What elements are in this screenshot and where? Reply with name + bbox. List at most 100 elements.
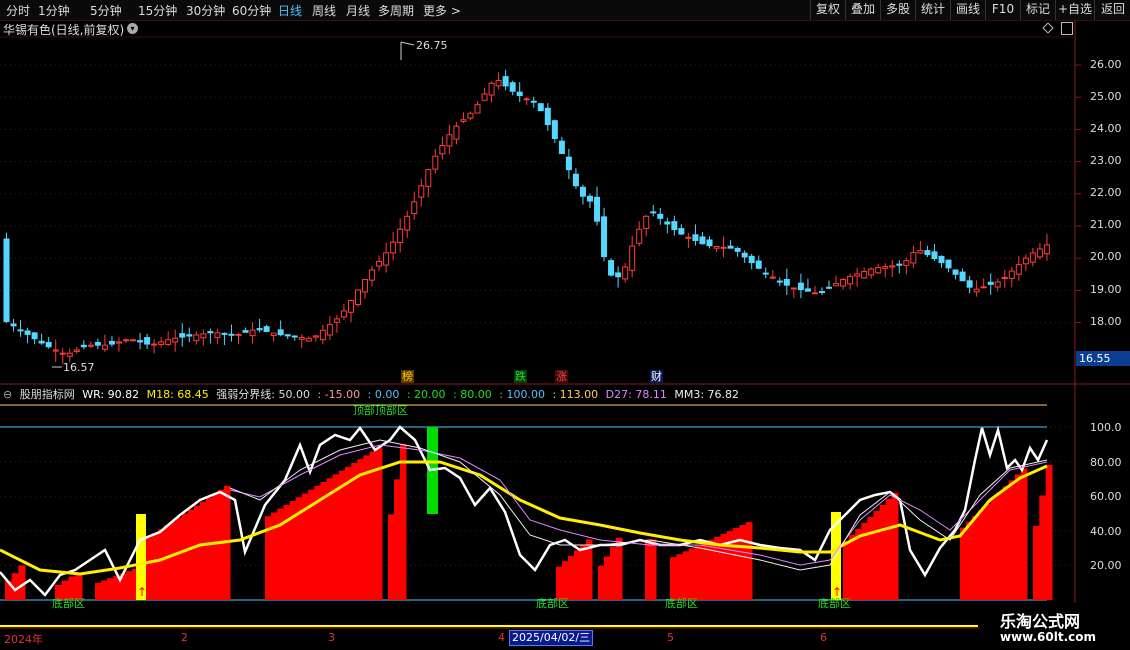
price-tick: 24.00 [1090, 122, 1122, 135]
candle-body [664, 221, 671, 225]
candle-body [158, 341, 165, 346]
candle-body [868, 268, 875, 276]
candle-body [10, 323, 17, 327]
candle-body [495, 80, 502, 87]
candle-body [959, 271, 966, 282]
date-label: 2 [181, 631, 188, 644]
indicator-bar [996, 492, 1004, 600]
event-tag-list[interactable]: 榜 [401, 370, 414, 383]
event-tag-fall[interactable]: 跌 [514, 370, 527, 383]
kline-chart[interactable]: ↑ ↑ [0, 0, 1130, 650]
candle-body [558, 140, 565, 155]
indicator-bar [1002, 486, 1010, 600]
collapse-icon[interactable]: ⊖ [3, 388, 12, 401]
candle-body [601, 216, 608, 258]
m18-value: M18: 68.45 [146, 388, 209, 401]
candle-body [861, 270, 868, 279]
candle-body [362, 279, 369, 293]
indicator-bar [645, 539, 657, 600]
candle-body [544, 107, 551, 126]
candle-body [432, 155, 439, 170]
candle-body [671, 221, 678, 231]
indicator-bar [574, 550, 581, 600]
boundary-value: 强弱分界线: 50.00 [216, 388, 310, 401]
candle-body [474, 104, 481, 114]
watermark-title: 乐淘公式网 [1000, 612, 1081, 631]
candle-body [692, 234, 699, 241]
candle-body [917, 250, 924, 254]
candle-body [903, 260, 910, 266]
candle-body [123, 339, 130, 342]
candle-body [256, 328, 263, 331]
panel-toggle-icon[interactable] [1061, 22, 1073, 35]
candle-body [713, 246, 720, 249]
candle-body [572, 173, 579, 187]
candle-body [446, 134, 453, 147]
bottom-zone-label: 底部区 [536, 597, 569, 610]
event-tag-finance[interactable]: 财 [650, 370, 663, 383]
candle-body [383, 252, 390, 266]
candle-body [973, 288, 980, 293]
candle-body [108, 340, 115, 345]
candle-body [530, 100, 537, 103]
level-value: : 113.00 [552, 388, 599, 401]
indicator-bar [363, 455, 371, 600]
bottom-zone-label: 底部区 [52, 597, 85, 610]
candle-body [235, 333, 242, 336]
candle-body [643, 215, 650, 229]
candle-body [896, 263, 903, 266]
candle-body [882, 266, 889, 269]
indicator-bar [400, 444, 407, 600]
indicator-bar [351, 462, 358, 600]
level-value: : 20.00 [406, 388, 446, 401]
indicator-bar [200, 501, 207, 600]
indicator-bar [990, 498, 998, 600]
indicator-bar [739, 525, 747, 600]
candle-body [685, 236, 692, 239]
candle-body [629, 245, 636, 271]
max-marker-arrow [400, 41, 415, 46]
indicator-bar [701, 542, 709, 600]
candle-body [298, 336, 305, 340]
candle-body [418, 185, 425, 198]
candle-body [622, 266, 629, 280]
candle-body [144, 337, 151, 345]
candle-body [875, 266, 882, 274]
chevron-down-icon[interactable]: ▾ [127, 23, 138, 34]
candle-body [193, 334, 200, 342]
candle-body [249, 329, 256, 337]
indicator-bar [568, 555, 575, 600]
event-tag-rise[interactable]: 涨 [555, 370, 568, 383]
indicator-bar [604, 556, 611, 600]
candle-body [826, 286, 833, 289]
indicator-name[interactable]: 股朋指标网 [20, 388, 75, 401]
candle-body [579, 186, 586, 197]
candle-body [889, 265, 896, 268]
candle-body [734, 247, 741, 252]
candle-body [1043, 244, 1050, 255]
bottom-zone-label: 底部区 [665, 597, 698, 610]
price-tick: 23.00 [1090, 154, 1122, 167]
candle-body [586, 195, 593, 202]
candle-body [312, 335, 319, 338]
indicator-bar [1020, 468, 1028, 600]
indicator-bar [125, 571, 133, 600]
candle-body [24, 330, 31, 335]
candle-body [481, 93, 488, 101]
candle-body [130, 339, 137, 342]
wr-value: WR: 90.82 [82, 388, 140, 401]
max-price-label: 26.75 [416, 39, 448, 52]
candle-body [980, 286, 987, 289]
date-label: 5 [667, 631, 674, 644]
candle-body [319, 329, 326, 341]
candle-body [200, 333, 207, 339]
candle-body [699, 236, 706, 245]
candle-body [172, 337, 179, 343]
indicator-bar [984, 504, 991, 600]
level-value: : 100.00 [499, 388, 545, 401]
candle-body [207, 331, 214, 334]
indicator-bar [733, 527, 740, 600]
indicator-bar [873, 510, 881, 600]
indicator-bar [978, 509, 985, 600]
candle-body [333, 318, 340, 323]
